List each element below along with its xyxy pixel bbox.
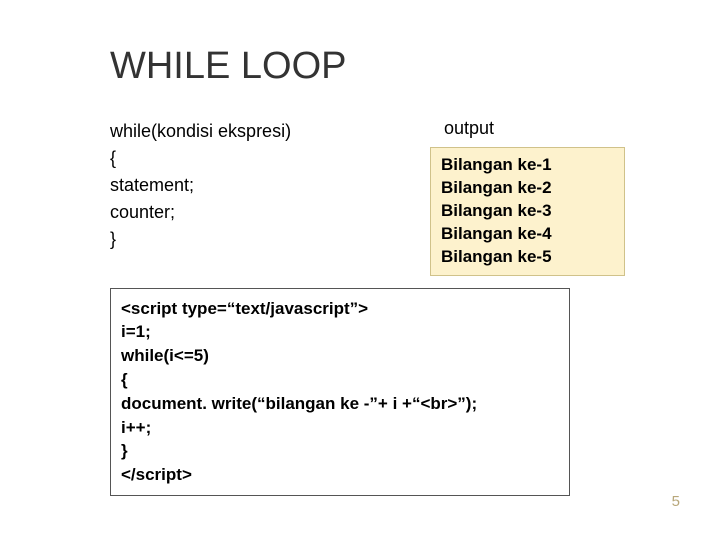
code-line: i++; [121,416,559,440]
output-line: Bilangan ke-2 [441,177,614,200]
code-line: while(i<=5) [121,344,559,368]
code-line: document. write(“bilangan ke -”+ i +“<br… [121,392,559,416]
page-number: 5 [672,493,680,510]
code-line: { [121,368,559,392]
output-line: Bilangan ke-1 [441,154,614,177]
output-column: output Bilangan ke-1 Bilangan ke-2 Bilan… [430,118,625,276]
syntax-line: { [110,145,340,172]
code-box: <script type=“text/javascript”> i=1; whi… [110,288,570,496]
syntax-line: counter; [110,199,340,226]
content-columns: while(kondisi ekspresi) { statement; cou… [110,118,720,276]
syntax-line: while(kondisi ekspresi) [110,118,340,145]
syntax-line: } [110,226,340,253]
output-line: Bilangan ke-3 [441,200,614,223]
code-line: </script> [121,463,559,487]
code-line: i=1; [121,320,559,344]
syntax-line: statement; [110,172,340,199]
output-line: Bilangan ke-5 [441,246,614,269]
code-line: <script type=“text/javascript”> [121,297,559,321]
code-line: } [121,439,559,463]
output-label: output [430,118,625,139]
slide-title: WHILE LOOP [110,45,720,88]
output-box: Bilangan ke-1 Bilangan ke-2 Bilangan ke-… [430,147,625,276]
syntax-block: while(kondisi ekspresi) { statement; cou… [110,118,340,276]
output-line: Bilangan ke-4 [441,223,614,246]
